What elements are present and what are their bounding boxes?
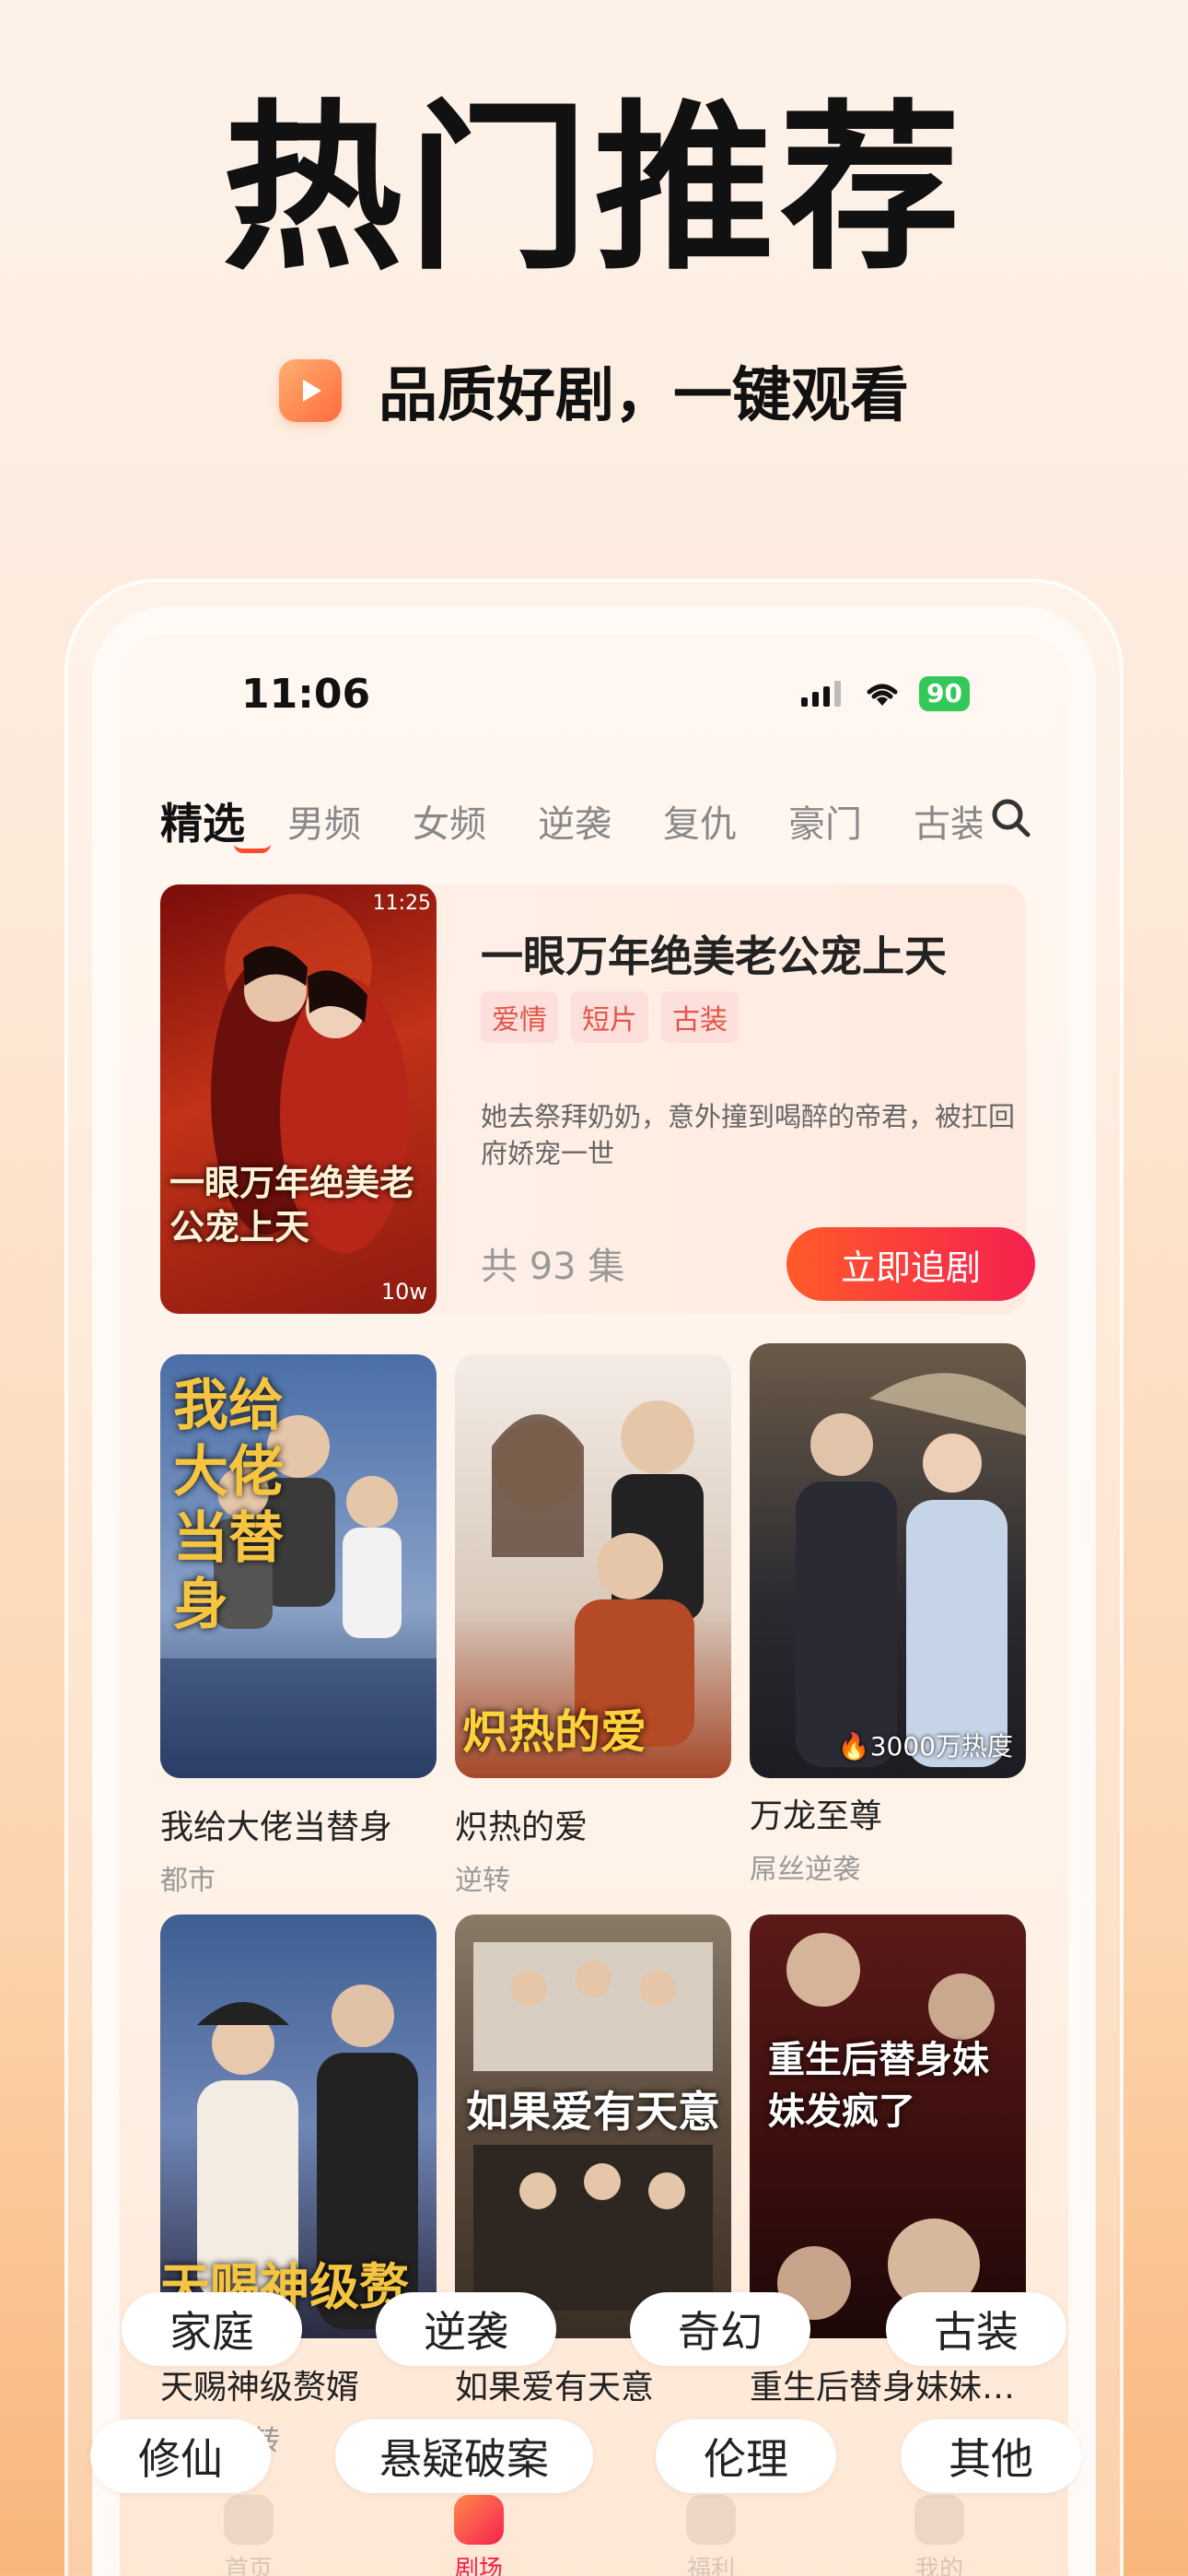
drama-poster[interactable]: 天赐神级赘婿 xyxy=(160,1914,437,2338)
drama-card[interactable]: 🔥3000万热度 万龙至尊 屌丝逆袭 xyxy=(750,1343,1026,1887)
status-bar: 11:06 90 xyxy=(120,671,1068,726)
featured-poster[interactable]: 11:25 一眼万年绝美老公宠上天 10w xyxy=(160,884,437,1314)
drama-card[interactable]: 天赐神级赘婿 天赐神级赘婿 逆袭/反转 xyxy=(160,1914,437,2458)
tab-female[interactable]: 女频 xyxy=(413,794,486,848)
status-time: 11:06 xyxy=(241,671,371,718)
featured-title[interactable]: 一眼万年绝美老公宠上天 xyxy=(481,923,947,984)
episode-count: 共 93 集 xyxy=(481,1246,625,1288)
nav-home[interactable]: 首页 xyxy=(193,2495,304,2576)
category-tabs: 精选 男频 女频 逆袭 复仇 豪门 古装 xyxy=(160,790,1068,855)
nav-profile[interactable]: 我的 xyxy=(884,2495,995,2576)
drama-card[interactable]: 我给大佬当替身 我给大佬当替身 都市 xyxy=(160,1354,437,1898)
play-icon xyxy=(279,359,342,422)
chip-fantasy[interactable]: 奇幻 xyxy=(630,2292,810,2366)
bottom-nav: 首页 剧场 福利 我的 xyxy=(120,2495,1068,2576)
nav-label: 首页 xyxy=(224,2556,273,2576)
profile-icon xyxy=(914,2495,964,2545)
poster-art-text: 重生后替身妹妹发疯了 xyxy=(768,2039,989,2133)
heat-badge: 🔥3000万热度 xyxy=(838,1727,1013,1763)
drama-title[interactable]: 如果爱有天意 xyxy=(455,2360,731,2408)
drama-title[interactable]: 万龙至尊 xyxy=(750,1789,1026,1837)
search-icon[interactable] xyxy=(989,796,1033,840)
status-icons: 90 xyxy=(799,676,970,711)
hero-title: 热门推荐 xyxy=(221,85,966,295)
drama-poster-art xyxy=(796,1373,1026,1767)
tab-revenge[interactable]: 复仇 xyxy=(663,794,737,848)
drama-title[interactable]: 重生后替身妹妹… xyxy=(750,2360,1026,2408)
wifi-icon xyxy=(867,684,898,706)
nav-label: 我的 xyxy=(914,2556,963,2576)
chip-cultivation[interactable]: 修仙 xyxy=(90,2419,271,2493)
chip-family[interactable]: 家庭 xyxy=(122,2292,302,2366)
chip-comeback[interactable]: 逆袭 xyxy=(376,2292,556,2366)
drama-poster[interactable]: 如果爱有天意 xyxy=(455,1914,731,2338)
nav-label: 福利 xyxy=(686,2556,735,2576)
gift-icon xyxy=(686,2495,736,2545)
nav-label: 剧场 xyxy=(454,2556,503,2576)
tab-wealthy[interactable]: 豪门 xyxy=(788,794,862,848)
drama-poster[interactable]: 我给大佬当替身 xyxy=(160,1354,437,1778)
chip-ethics[interactable]: 伦理 xyxy=(656,2419,836,2493)
home-icon xyxy=(224,2495,274,2545)
drama-card[interactable]: 炽热的爱 炽热的爱 逆转 xyxy=(455,1354,731,1898)
poster-art-text: 我给大佬当替身 xyxy=(173,1374,284,1637)
fire-icon: 🔥 xyxy=(837,1731,870,1762)
hero-subtitle: 品质好剧，一键观看 xyxy=(379,362,909,430)
drama-title[interactable]: 天赐神级赘婿 xyxy=(160,2360,437,2408)
tab-featured[interactable]: 精选 xyxy=(160,790,245,851)
battery-indicator: 90 xyxy=(919,676,970,711)
tag: 爱情 xyxy=(481,991,558,1043)
follow-button[interactable]: 立即追剧 xyxy=(786,1227,1035,1301)
poster-title-art: 一眼万年绝美老公宠上天 xyxy=(169,1163,415,1247)
drama-genre: 屌丝逆袭 xyxy=(750,1854,860,1886)
featured-poster-art xyxy=(211,894,409,1253)
active-tab-indicator xyxy=(234,844,271,853)
featured-tags: 爱情 短片 古装 xyxy=(481,991,739,1043)
hero-subtitle-row: 品质好剧，一键观看 xyxy=(0,348,1188,433)
chip-costume[interactable]: 古装 xyxy=(886,2292,1066,2366)
tab-comeback[interactable]: 逆袭 xyxy=(538,794,611,848)
drama-poster[interactable]: 🔥3000万热度 xyxy=(750,1343,1026,1778)
featured-card[interactable]: 11:25 一眼万年绝美老公宠上天 10w 一眼万年绝美老公宠上天 爱情 短片 … xyxy=(160,884,1035,1314)
poster-time: 11:25 xyxy=(372,892,431,915)
nav-theater[interactable]: 剧场 xyxy=(424,2495,534,2576)
heat-text: 3000万热度 xyxy=(869,1731,1013,1762)
tab-costume[interactable]: 古装 xyxy=(914,794,982,848)
poster-art-text: 炽热的爱 xyxy=(462,1705,646,1759)
drama-poster[interactable]: 重生后替身妹妹发疯了 xyxy=(750,1914,1026,2338)
drama-title[interactable]: 炽热的爱 xyxy=(455,1800,731,1848)
poster-view-count: 10w xyxy=(380,1279,427,1305)
play-icon xyxy=(454,2495,504,2545)
app-screen: 11:06 90 精选 男频 女频 逆袭 复仇 豪门 古装 11:25 一眼万年… xyxy=(120,634,1068,2576)
tab-male[interactable]: 男频 xyxy=(287,794,361,848)
featured-description: 她去祭拜奶奶，意外撞到喝醉的帝君，被扛回府娇宠一世 xyxy=(481,1101,1016,1169)
poster-art-text: 如果爱有天意 xyxy=(466,2087,720,2137)
tag: 短片 xyxy=(571,991,648,1043)
signal-icon xyxy=(801,681,841,707)
drama-poster[interactable]: 炽热的爱 xyxy=(455,1354,731,1778)
drama-genre: 都市 xyxy=(160,1865,215,1897)
tag: 古装 xyxy=(661,991,739,1043)
drama-title[interactable]: 我给大佬当替身 xyxy=(160,1800,437,1848)
nav-rewards[interactable]: 福利 xyxy=(656,2495,766,2576)
chip-other[interactable]: 其他 xyxy=(901,2419,1081,2493)
drama-genre: 逆转 xyxy=(455,1865,510,1897)
chip-mystery[interactable]: 悬疑破案 xyxy=(335,2419,593,2493)
